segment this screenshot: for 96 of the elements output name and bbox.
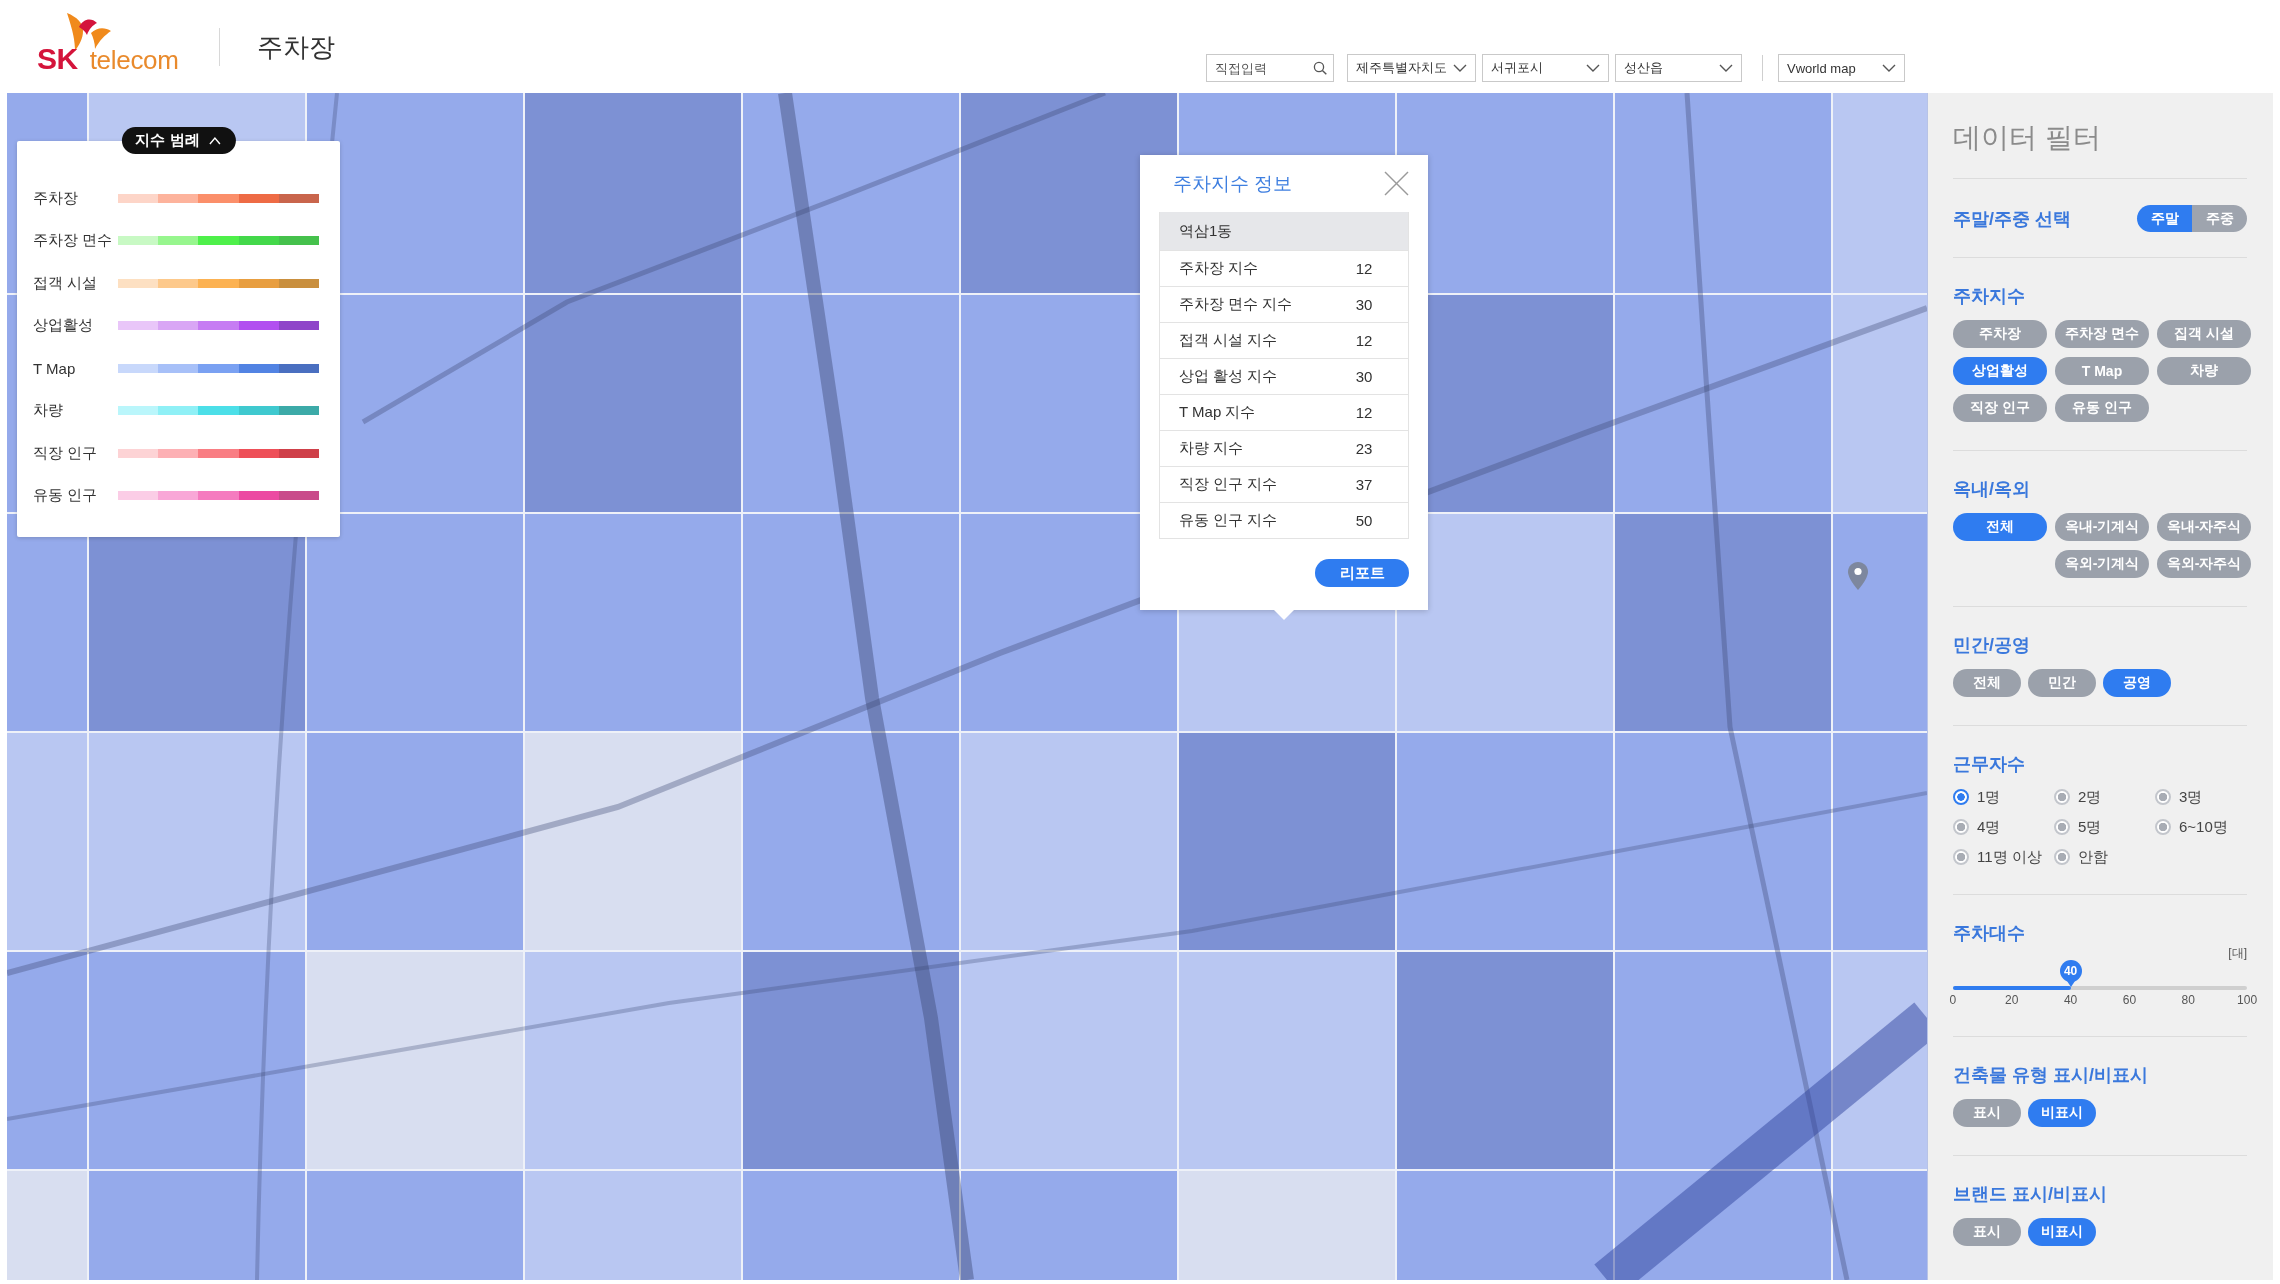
legend-label: 차량 bbox=[33, 401, 64, 420]
radio-icon[interactable] bbox=[2155, 789, 2171, 805]
legend-label: 주차장 bbox=[33, 188, 79, 208]
unit-label: [대] bbox=[2228, 947, 2247, 960]
region-select[interactable]: 제주특별자치도 bbox=[1347, 54, 1476, 82]
filter-chip[interactable]: 옥내-기계식 bbox=[2055, 513, 2149, 541]
table-cell-text: 12 bbox=[1354, 404, 1374, 421]
filter-chip[interactable]: 차량 bbox=[2157, 357, 2251, 385]
filter-chip[interactable]: 전체 bbox=[1953, 669, 2021, 697]
section-title: 주차지수 bbox=[1953, 286, 2025, 306]
segment-button[interactable]: 주말 bbox=[2137, 205, 2192, 232]
radio-option[interactable]: 4명 bbox=[1953, 818, 2001, 836]
section-title: 옥내/옥외 bbox=[1953, 479, 2030, 499]
section-title: 주차대수 bbox=[1953, 923, 2025, 943]
filter-chip[interactable]: 표시 bbox=[1953, 1099, 2021, 1127]
table-cell-text: 주차장 면수 지수 bbox=[1178, 295, 1294, 314]
table-cell-text: 23 bbox=[1354, 440, 1374, 457]
radio-option[interactable]: 6~10명 bbox=[2155, 818, 2228, 836]
sidebar-title: 데이터 필터 bbox=[1953, 121, 2101, 155]
table-cell-text: 직장 인구 지수 bbox=[1178, 475, 1279, 494]
table-cell-text: 상업 활성 지수 bbox=[1178, 367, 1279, 386]
radio-option[interactable]: 11명 이상 bbox=[1953, 848, 2042, 866]
logo-text: SK bbox=[37, 43, 78, 75]
table-cell-text: 접객 시설 지수 bbox=[1178, 331, 1279, 350]
table-cell-text: 30 bbox=[1354, 368, 1374, 385]
logo-text: telecom bbox=[89, 44, 179, 76]
tick-label: 60 bbox=[2122, 993, 2137, 1008]
legend-label: 접객 시설 bbox=[33, 273, 99, 293]
filter-chip[interactable]: 옥외-자주식 bbox=[2157, 550, 2251, 578]
table-cell-text: 50 bbox=[1354, 512, 1374, 529]
filter-chip[interactable]: 주차장 면수 bbox=[2055, 320, 2149, 348]
legend-label: 상업활성 bbox=[33, 316, 94, 335]
table-header-cell: 역삼1동 bbox=[1160, 212, 1408, 250]
table-cell-text: 30 bbox=[1354, 296, 1374, 313]
filter-chip[interactable]: 옥외-기계식 bbox=[2055, 550, 2149, 578]
close-icon bbox=[1384, 171, 1409, 196]
slider-thumb[interactable]: 40 bbox=[2059, 960, 2082, 987]
table-cell-text: 주차장 지수 bbox=[1178, 259, 1260, 278]
segment-button[interactable]: 주중 bbox=[2192, 205, 2247, 232]
filter-chip[interactable]: 민간 bbox=[2028, 669, 2096, 697]
table-cell-text: T Map 지수 bbox=[1178, 403, 1257, 422]
slider-track[interactable]: 40 bbox=[1953, 960, 2247, 990]
search-icon bbox=[1313, 61, 1327, 75]
radio-icon[interactable] bbox=[1953, 819, 1969, 835]
tick-label: 80 bbox=[2181, 993, 2195, 1008]
section-title: 근무자수 bbox=[1953, 754, 2025, 774]
radio-option[interactable]: 3명 bbox=[2155, 788, 2203, 806]
popup-title: 주차지수 정보 bbox=[1173, 171, 1293, 196]
tick-label: 20 bbox=[2005, 993, 2019, 1008]
search-field[interactable]: 직접입력 bbox=[1206, 54, 1334, 82]
legend-toggle-button[interactable]: 지수 범례 bbox=[121, 127, 236, 154]
radio-option[interactable]: 2명 bbox=[2054, 788, 2102, 806]
filter-chip[interactable]: 유동 인구 bbox=[2055, 394, 2149, 422]
legend-label: T Map bbox=[33, 359, 77, 377]
filter-chip[interactable]: 비표시 bbox=[2028, 1099, 2096, 1127]
region-select[interactable]: 성산읍 bbox=[1615, 54, 1742, 82]
filter-chip[interactable]: 집객 시설 bbox=[2157, 320, 2251, 348]
table-cell-text: 차량 지수 bbox=[1178, 439, 1245, 458]
table-cell-text: 37 bbox=[1354, 476, 1374, 493]
filter-chip[interactable]: 옥내-자주식 bbox=[2157, 513, 2251, 541]
tick-label: 40 bbox=[2063, 993, 2078, 1008]
filter-chip[interactable]: T Map bbox=[2055, 357, 2149, 385]
page-title: 주차장 bbox=[256, 30, 335, 63]
region-select[interactable]: 서귀포시 bbox=[1482, 54, 1609, 82]
filter-chip[interactable]: 주차장 bbox=[1953, 320, 2047, 348]
table-cell-text: 12 bbox=[1354, 260, 1374, 277]
radio-icon[interactable] bbox=[1953, 849, 1969, 865]
tick-label: 100 bbox=[2237, 993, 2258, 1008]
section-title: 브랜드 표시/비표시 bbox=[1953, 1184, 2107, 1204]
close-button[interactable] bbox=[1384, 171, 1409, 196]
radio-icon[interactable] bbox=[2054, 819, 2070, 835]
radio-option[interactable]: 1명 bbox=[1953, 788, 2001, 806]
table-cell-text: 유동 인구 지수 bbox=[1178, 511, 1279, 530]
legend-label: 직장 인구 bbox=[33, 443, 99, 463]
radio-option[interactable]: 안함 bbox=[2054, 848, 2108, 866]
table-cell-text: 12 bbox=[1354, 332, 1374, 349]
legend-label: 유동 인구 bbox=[33, 486, 99, 505]
filter-chip[interactable]: 직장 인구 bbox=[1953, 394, 2047, 422]
radio-icon[interactable] bbox=[2054, 789, 2070, 805]
filter-chip[interactable]: 전체 bbox=[1953, 513, 2047, 541]
map-pin-icon bbox=[1848, 562, 1868, 590]
radio-icon[interactable] bbox=[2155, 819, 2171, 835]
filter-chip[interactable]: 비표시 bbox=[2028, 1218, 2096, 1246]
filter-chip[interactable]: 표시 bbox=[1953, 1218, 2021, 1246]
map-type-select[interactable]: Vworld map bbox=[1778, 54, 1905, 82]
filter-chip[interactable]: 상업활성 bbox=[1953, 357, 2047, 385]
report-button[interactable]: 리포트 bbox=[1315, 559, 1409, 587]
legend-label: 주차장 면수 bbox=[33, 231, 114, 250]
radio-option[interactable]: 5명 bbox=[2054, 818, 2102, 836]
section-title: 주말/주중 선택 bbox=[1953, 208, 2071, 229]
section-title: 민간/공영 bbox=[1953, 635, 2030, 655]
tick-label: 0 bbox=[1949, 993, 1957, 1008]
section-title: 건축물 유형 표시/비표시 bbox=[1953, 1065, 2148, 1085]
filter-chip[interactable]: 공영 bbox=[2103, 669, 2171, 697]
radio-icon[interactable] bbox=[2054, 849, 2070, 865]
radio-icon[interactable] bbox=[1953, 789, 1969, 805]
